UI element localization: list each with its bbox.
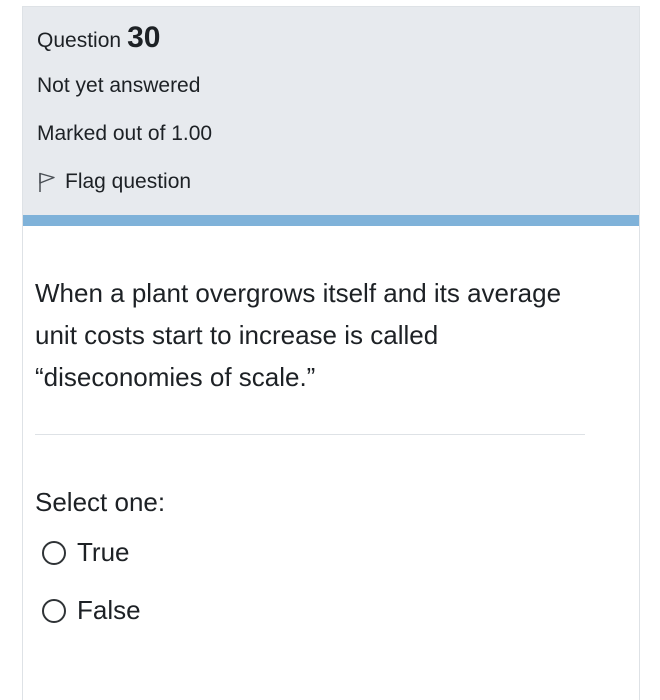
flag-icon: [37, 171, 57, 193]
answer-option-label: True: [77, 537, 130, 567]
flag-question-button[interactable]: Flag question: [37, 167, 191, 197]
question-state: Not yet answered: [37, 74, 201, 97]
question-word: Question: [37, 29, 122, 52]
question-text: When a plant overgrows itself and its av…: [35, 278, 562, 392]
flag-question-label: Flag question: [65, 170, 192, 193]
accent-bar: [23, 215, 639, 226]
question-grade: Marked out of 1.00: [37, 122, 213, 145]
question-info-panel: Question 30 Not yet answered Marked out o…: [23, 7, 639, 215]
question-heading: Question 30: [37, 21, 160, 55]
divider: [35, 434, 585, 435]
radio-button-false[interactable]: [42, 598, 66, 623]
radio-button-true[interactable]: [42, 540, 66, 565]
answer-option-label: False: [77, 595, 141, 625]
answer-option-false[interactable]: False: [42, 595, 141, 626]
answer-prompt: Select one:: [35, 487, 166, 517]
answer-option-true[interactable]: True: [42, 537, 130, 568]
question-number: 30: [127, 21, 161, 54]
